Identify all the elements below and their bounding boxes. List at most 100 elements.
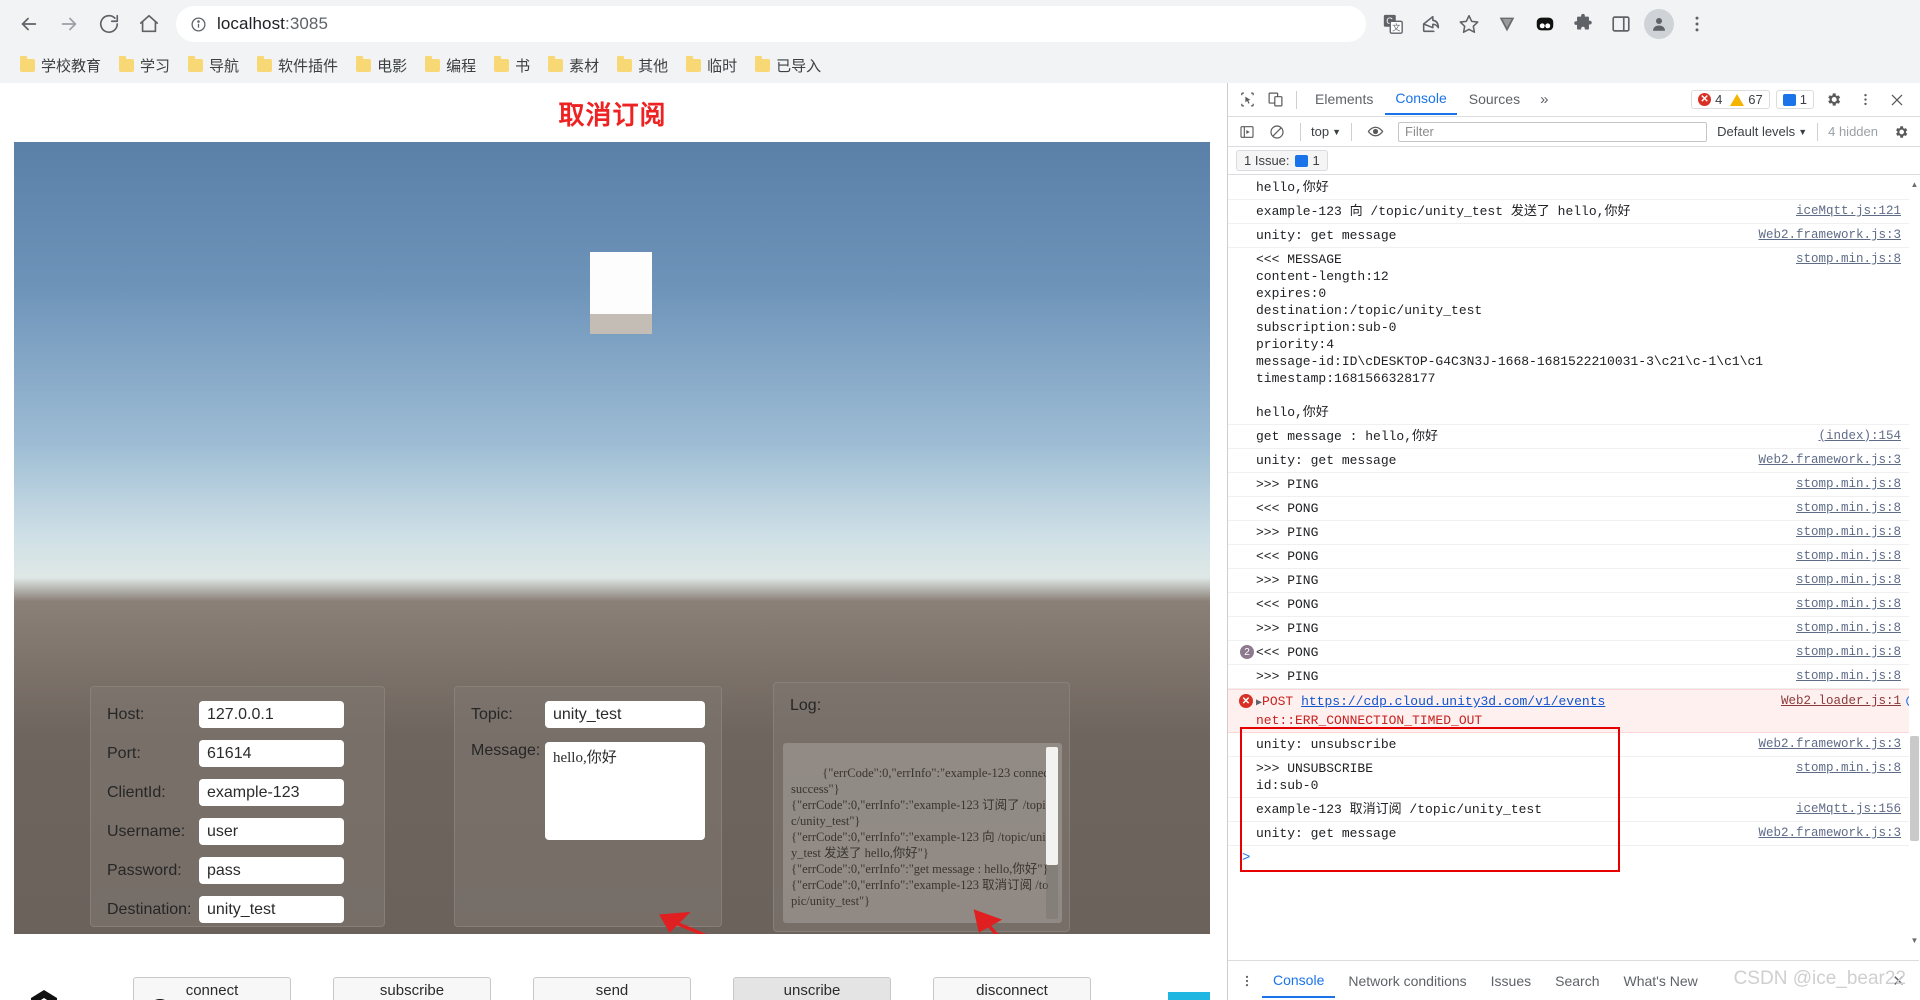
address-bar[interactable]: localhost:3085	[176, 6, 1366, 42]
dark-extension-icon[interactable]	[1528, 7, 1562, 41]
port-input[interactable]: 61614	[199, 740, 344, 767]
devtools-menu-icon[interactable]	[1852, 87, 1878, 113]
bookmark-item[interactable]: 导航	[180, 52, 247, 79]
log-output[interactable]: {"errCode":0,"errInfo":"example-123 conn…	[783, 743, 1062, 923]
bookmark-item[interactable]: 软件插件	[249, 52, 346, 79]
log-levels-selector[interactable]: Default levels ▼	[1717, 124, 1807, 139]
console-row[interactable]: >>> PING stomp.min.js:8	[1228, 665, 1919, 689]
console-row-unsubscribe-result[interactable]: example-123 取消订阅 /topic/unity_test iceMqt…	[1228, 798, 1919, 822]
console-row[interactable]: >>> PING stomp.min.js:8	[1228, 521, 1919, 545]
console-row-get-message[interactable]: unity: get message Web2.framework.js:3	[1228, 822, 1919, 846]
drawer-tab-issues[interactable]: Issues	[1480, 965, 1542, 997]
bookmark-item[interactable]: 素材	[540, 52, 607, 79]
tab-sources[interactable]: Sources	[1459, 85, 1530, 114]
settings-gear-icon[interactable]	[1820, 87, 1846, 113]
fullscreen-icon[interactable]	[1168, 992, 1210, 1000]
console-settings-gear-icon[interactable]	[1888, 119, 1914, 145]
console-source-link[interactable]: stomp.min.js:8	[1796, 760, 1901, 777]
console-source-link[interactable]: iceMqtt.js:156	[1796, 801, 1901, 818]
tab-elements[interactable]: Elements	[1305, 85, 1383, 114]
tab-console[interactable]: Console	[1385, 84, 1457, 115]
console-source-link[interactable]: stomp.min.js:8	[1796, 524, 1901, 541]
console-prompt[interactable]: >	[1228, 846, 1919, 870]
drawer-tab-network-conditions[interactable]: Network conditions	[1337, 965, 1477, 997]
error-url-link[interactable]: https://cdp.cloud.unity3d.com/v1/events	[1301, 694, 1605, 709]
console-message-list[interactable]: hello,你好 example-123 向 /topic/unity_test…	[1228, 176, 1919, 948]
console-source-link[interactable]: Web2.framework.js:3	[1758, 227, 1901, 244]
inspect-element-icon[interactable]	[1234, 87, 1260, 113]
device-toolbar-icon[interactable]	[1262, 87, 1288, 113]
clientid-input[interactable]: example-123	[199, 779, 344, 806]
drawer-tab-whats-new[interactable]: What's New	[1612, 965, 1708, 997]
log-scrollbar[interactable]	[1046, 747, 1058, 919]
topic-input[interactable]: unity_test	[544, 701, 705, 728]
reload-icon[interactable]	[90, 5, 128, 43]
console-row[interactable]: >>> PING stomp.min.js:8	[1228, 473, 1919, 497]
console-row-message-frame[interactable]: <<< MESSAGE content-length:12 expires:0 …	[1228, 248, 1919, 425]
password-input[interactable]: pass	[199, 857, 344, 884]
chrome-menu-icon[interactable]	[1680, 7, 1714, 41]
console-row[interactable]: example-123 向 /topic/unity_test 发送了 hell…	[1228, 200, 1919, 224]
live-expression-eye-icon[interactable]	[1362, 119, 1388, 145]
console-row[interactable]: <<< PONG stomp.min.js:8	[1228, 497, 1919, 521]
site-info-icon[interactable]	[190, 16, 207, 33]
execution-context-selector[interactable]: top ▼	[1311, 124, 1341, 139]
console-row[interactable]: <<< PONG stomp.min.js:8	[1228, 593, 1919, 617]
console-source-link[interactable]: stomp.min.js:8	[1796, 500, 1901, 517]
username-input[interactable]: user	[199, 818, 344, 845]
console-source-link[interactable]: stomp.min.js:8	[1796, 668, 1901, 685]
console-source-link[interactable]: stomp.min.js:8	[1796, 644, 1901, 661]
profile-avatar-icon[interactable]	[1642, 7, 1676, 41]
bookmark-item[interactable]: 学习	[111, 52, 178, 79]
console-filter-input[interactable]: Filter	[1398, 121, 1708, 142]
console-source-link[interactable]: stomp.min.js:8	[1796, 596, 1901, 613]
console-scrollbar[interactable]: ▲ ▼	[1909, 176, 1920, 948]
console-source-link[interactable]: stomp.min.js:8	[1796, 251, 1901, 268]
bookmark-item[interactable]: 已导入	[747, 52, 829, 79]
console-row[interactable]: <<< PONG stomp.min.js:8	[1228, 545, 1919, 569]
console-row-unsubscribe-frame[interactable]: >>> UNSUBSCRIBE id:sub-0 stomp.min.js:8	[1228, 757, 1919, 798]
drawer-tab-search[interactable]: Search	[1544, 965, 1610, 997]
message-textarea[interactable]: hello,你好	[544, 742, 705, 840]
console-source-link[interactable]: stomp.min.js:8	[1796, 620, 1901, 637]
console-source-link[interactable]: stomp.min.js:8	[1796, 572, 1901, 589]
host-input[interactable]: 127.0.0.1	[199, 701, 344, 728]
translate-icon[interactable]: G文	[1376, 7, 1410, 41]
destination-input[interactable]: unity_test	[199, 896, 344, 923]
console-source-link[interactable]: Web2.framework.js:3	[1758, 452, 1901, 469]
console-source-link[interactable]: stomp.min.js:8	[1796, 548, 1901, 565]
console-source-link[interactable]: Web2.framework.js:3	[1758, 736, 1901, 753]
bookmark-item[interactable]: 书	[486, 52, 538, 79]
console-row-repeated[interactable]: 2 <<< PONG stomp.min.js:8	[1228, 641, 1919, 665]
devtools-close-icon[interactable]	[1884, 87, 1910, 113]
issue-chip[interactable]: 1 Issue: 1	[1236, 150, 1328, 171]
bookmark-item[interactable]: 编程	[417, 52, 484, 79]
scroll-down-icon[interactable]: ▼	[1909, 934, 1920, 946]
scroll-up-icon[interactable]: ▲	[1909, 178, 1920, 190]
console-row[interactable]: hello,你好	[1228, 176, 1919, 200]
error-warning-pill[interactable]: ✕ 4 67	[1691, 90, 1770, 109]
vimeo-extension-icon[interactable]	[1490, 7, 1524, 41]
console-error-row[interactable]: ✕ ▶POST https://cdp.cloud.unity3d.com/v1…	[1228, 689, 1919, 733]
console-sidebar-icon[interactable]	[1234, 119, 1260, 145]
console-source-link[interactable]: stomp.min.js:8	[1796, 476, 1901, 493]
extensions-puzzle-icon[interactable]	[1566, 7, 1600, 41]
console-source-link[interactable]: Web2.loader.js:1	[1781, 693, 1901, 710]
bookmark-star-icon[interactable]	[1452, 7, 1486, 41]
console-row[interactable]: >>> PING stomp.min.js:8	[1228, 569, 1919, 593]
console-row[interactable]: get message : hello,你好 (index):154	[1228, 425, 1919, 449]
share-icon[interactable]	[1414, 7, 1448, 41]
home-icon[interactable]	[130, 5, 168, 43]
log-scroll-thumb[interactable]	[1046, 747, 1058, 865]
drawer-menu-icon[interactable]	[1234, 968, 1260, 994]
console-row-unsubscribe[interactable]: unity: unsubscribe Web2.framework.js:3	[1228, 733, 1919, 757]
forward-arrow-icon[interactable]	[50, 5, 88, 43]
unity-webgl-canvas[interactable]: Host: 127.0.0.1 Port: 61614 ClientId: ex…	[14, 142, 1210, 1000]
console-source-link[interactable]: (index):154	[1818, 428, 1901, 445]
back-arrow-icon[interactable]	[10, 5, 48, 43]
bookmark-item[interactable]: 学校教育	[12, 52, 109, 79]
bookmark-item[interactable]: 其他	[609, 52, 676, 79]
console-source-link[interactable]: iceMqtt.js:121	[1796, 203, 1901, 220]
console-row[interactable]: unity: get message Web2.framework.js:3	[1228, 224, 1919, 248]
info-pill[interactable]: 1	[1775, 90, 1814, 109]
